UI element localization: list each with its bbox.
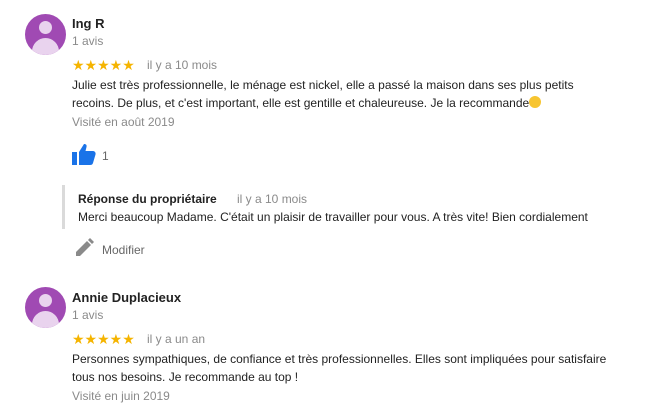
person-icon-head xyxy=(39,294,52,307)
review-count: 1 avis xyxy=(72,34,104,48)
like-count: 1 xyxy=(102,149,109,163)
review-text-line: recoins. De plus, et c'est important, el… xyxy=(72,94,574,112)
review-text-line: tous nos besoins. Je recommande au top ! xyxy=(72,370,299,384)
review-count: 1 avis xyxy=(72,308,104,322)
reply-title: Réponse du propriétaire xyxy=(78,192,217,206)
person-icon-body xyxy=(32,311,59,328)
review-text-line: Personnes sympathiques, de confiance et … xyxy=(72,352,607,366)
reply-time: il y a 10 mois xyxy=(237,192,308,206)
visit-date: Visité en juin 2019 xyxy=(72,389,170,403)
person-icon-body xyxy=(32,38,59,55)
review-text: Personnes sympathiques, de confiance et … xyxy=(72,350,606,386)
owner-reply: Réponse du propriétaire il y a 10 mois M… xyxy=(62,185,665,229)
visit-date: Visité en août 2019 xyxy=(72,115,175,129)
smile-emoji-icon xyxy=(529,96,542,108)
avatar[interactable] xyxy=(25,287,66,328)
review-text-line: Julie est très professionnelle, le ménag… xyxy=(72,78,574,92)
review-time: il y a 10 mois xyxy=(147,58,218,72)
pencil-icon[interactable] xyxy=(74,238,94,263)
review-time: il y a un an xyxy=(147,332,206,346)
thumbs-up-icon[interactable] xyxy=(72,143,96,170)
avatar[interactable] xyxy=(25,14,66,55)
reviewer-name[interactable]: Annie Duplacieux xyxy=(72,290,181,305)
reviewer-name[interactable]: Ing R xyxy=(72,16,105,31)
review-text: Julie est très professionnelle, le ménag… xyxy=(72,76,574,112)
edit-button[interactable]: Modifier xyxy=(102,243,145,257)
person-icon-head xyxy=(39,21,52,34)
star-rating: ★★★★★ xyxy=(72,57,135,73)
reply-text: Merci beaucoup Madame. C'était un plaisi… xyxy=(78,210,588,224)
star-rating: ★★★★★ xyxy=(72,331,135,347)
